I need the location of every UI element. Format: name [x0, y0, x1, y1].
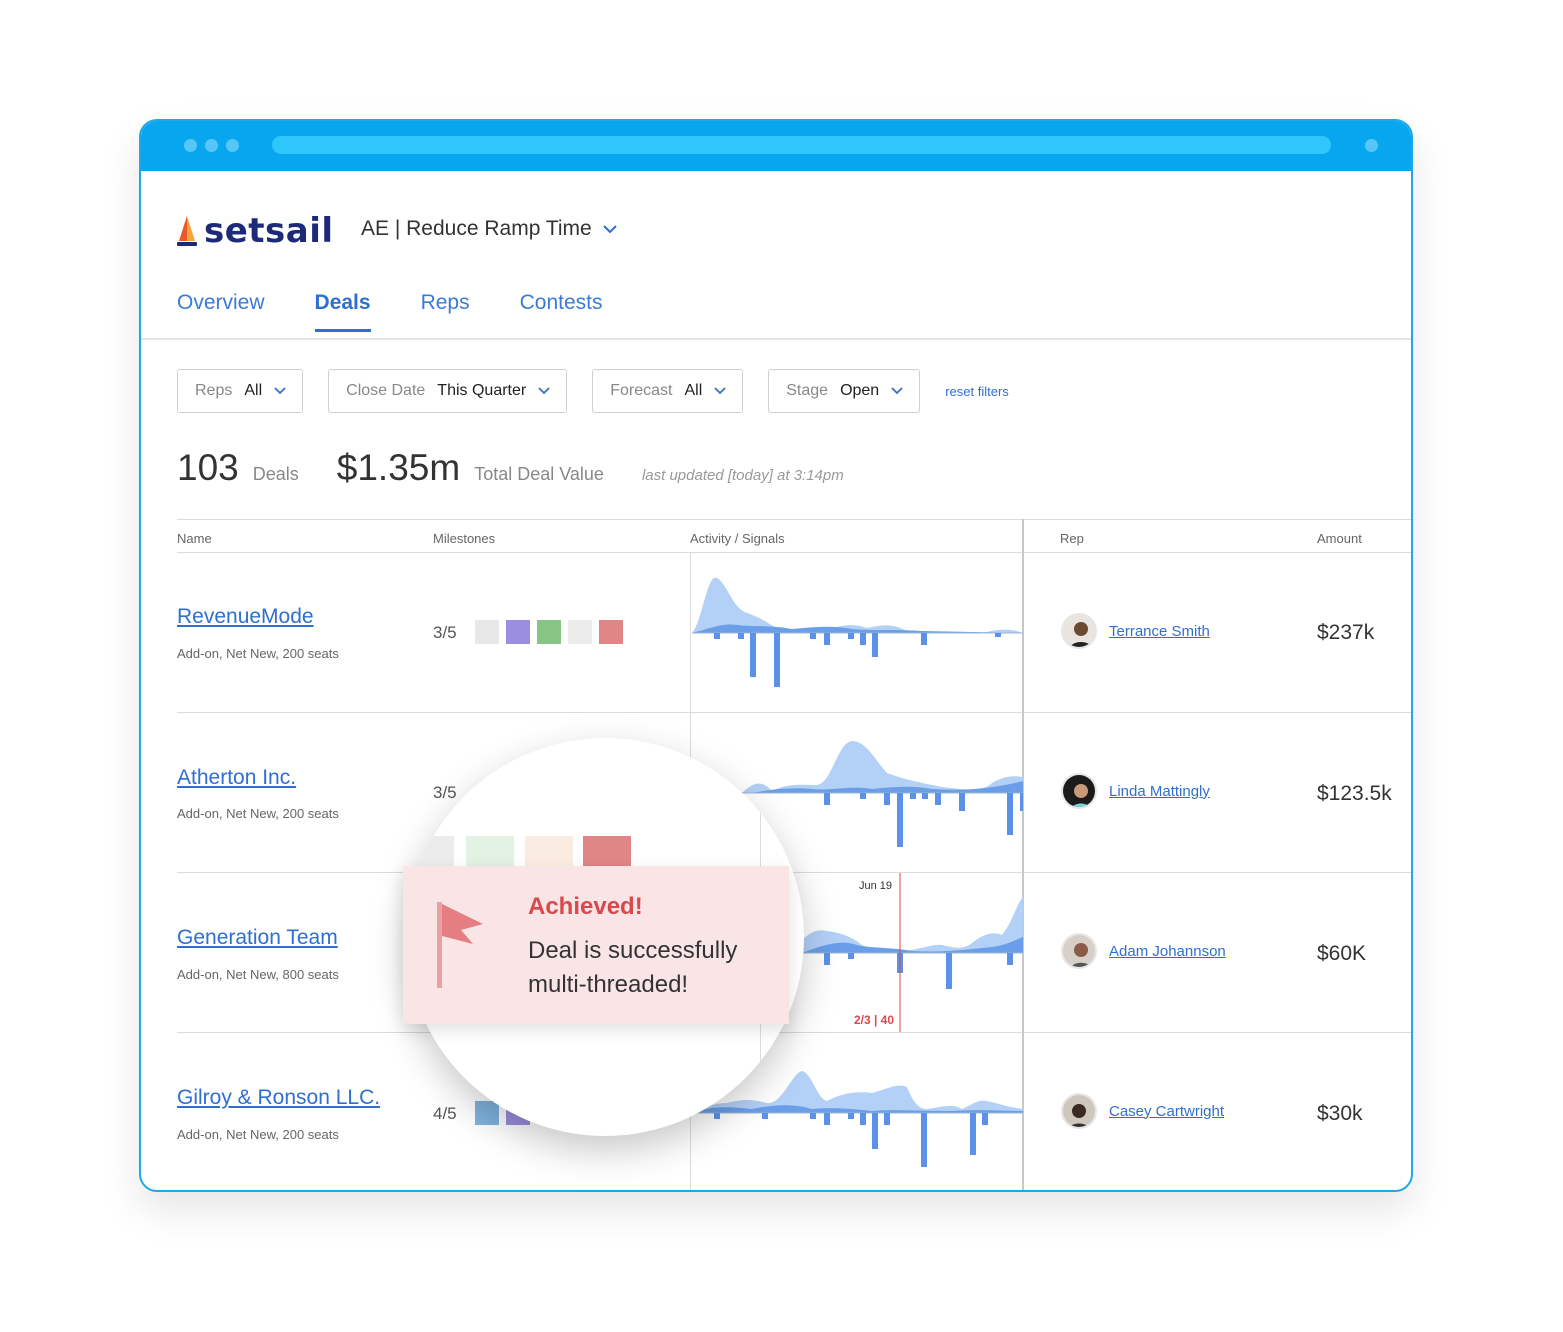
tab-reps[interactable]: Reps: [421, 291, 470, 332]
milestone-square: [568, 620, 592, 644]
filter-label: Forecast: [610, 382, 673, 399]
titlebar: [141, 121, 1411, 171]
filter-value: All: [684, 382, 703, 399]
filter-label: Stage: [786, 382, 829, 399]
project-selector[interactable]: AE | Reduce Ramp Time: [361, 217, 618, 241]
window-dot[interactable]: [184, 139, 197, 152]
rep-name-link[interactable]: Terrance Smith: [1109, 623, 1210, 640]
window-dot[interactable]: [226, 139, 239, 152]
last-updated: last updated [today] at 3:14pm: [641, 467, 844, 484]
avatar[interactable]: [1061, 773, 1097, 809]
chevron-down-icon: [714, 387, 726, 395]
reset-filters-link[interactable]: reset filters: [945, 384, 1009, 399]
col-header-rep: Rep: [1060, 531, 1084, 546]
total-value: $1.35m: [336, 447, 461, 488]
rep-cell: Adam Johannson: [1061, 933, 1226, 969]
project-label: AE | Reduce Ramp Time: [361, 217, 592, 240]
window-dot[interactable]: [1365, 139, 1378, 152]
tab-overview[interactable]: Overview: [177, 291, 265, 332]
activity-chart: [692, 577, 1023, 687]
deal-details: Add-on, Net New, 800 seats: [177, 967, 339, 982]
deal-amount: $60K: [1317, 942, 1367, 965]
total-value-label: Total Deal Value: [474, 464, 604, 484]
rep-cell: Terrance Smith: [1061, 613, 1210, 649]
deal-name-link[interactable]: Atherton Inc.: [177, 766, 296, 790]
tabs-divider: [141, 338, 1411, 340]
avatar[interactable]: [1061, 613, 1097, 649]
rep-name-link[interactable]: Casey Cartwright: [1109, 1103, 1224, 1120]
sail-icon: [177, 216, 197, 246]
col-header-name: Name: [177, 531, 212, 546]
table-top-rule: [177, 519, 1411, 520]
milestone-square: [475, 1101, 499, 1125]
marker-value: 2/3 | 40: [854, 1013, 894, 1027]
col-header-activity: Activity / Signals: [690, 531, 785, 546]
chevron-down-icon: [274, 387, 286, 395]
filter-value: This Quarter: [437, 382, 527, 399]
milestones-count: 4/5: [433, 1104, 457, 1123]
rep-name-link[interactable]: Linda Mattingly: [1109, 783, 1210, 800]
deal-amount: $30k: [1317, 1102, 1363, 1125]
avatar[interactable]: [1061, 933, 1097, 969]
logo-text: setsail: [204, 211, 334, 251]
tab-contests[interactable]: Contests: [520, 291, 603, 332]
filter-forecast[interactable]: Forecast All: [592, 369, 744, 413]
tab-bar: Overview Deals Reps Contests: [177, 291, 652, 332]
col-header-amount: Amount: [1317, 531, 1362, 546]
filter-bar: Reps All Close Date This Quarter Forecas…: [177, 369, 1009, 413]
address-bar[interactable]: [272, 136, 1331, 154]
milestone-square: [466, 836, 514, 866]
callout-title: Achieved!: [528, 893, 643, 920]
chevron-down-icon: [891, 387, 903, 395]
callout-text: Deal is successfully multi-threaded!: [528, 937, 738, 998]
flag-icon: [437, 902, 483, 988]
milestone-square: [506, 620, 530, 644]
deal-details: Add-on, Net New, 200 seats: [177, 1127, 339, 1142]
rep-cell: Linda Mattingly: [1061, 773, 1210, 809]
tab-deals[interactable]: Deals: [314, 291, 371, 332]
deals-count: 103: [177, 447, 239, 488]
milestones-count: 3/5: [433, 783, 457, 802]
filter-close-date[interactable]: Close Date This Quarter: [328, 369, 568, 413]
milestones-count: 3/5: [433, 623, 457, 642]
milestone-square: [475, 620, 499, 644]
milestone-square: [525, 836, 573, 866]
avatar[interactable]: [1061, 1093, 1097, 1129]
chevron-down-icon: [538, 387, 550, 395]
filter-value: All: [244, 382, 263, 399]
filter-value: Open: [840, 382, 880, 399]
filter-label: Reps: [195, 382, 233, 399]
window-dot[interactable]: [205, 139, 218, 152]
filter-label: Close Date: [346, 382, 426, 399]
rep-cell: Casey Cartwright: [1061, 1093, 1224, 1129]
achieved-callout: Achieved! Deal is successfully multi-thr…: [403, 866, 789, 1024]
milestone-square: [583, 836, 631, 866]
deal-name-link[interactable]: Generation Team: [177, 926, 338, 950]
deal-name-link[interactable]: Gilroy & Ronson LLC.: [177, 1086, 380, 1110]
col-header-milestones: Milestones: [433, 531, 496, 546]
logo[interactable]: setsail: [176, 211, 334, 251]
chevron-down-icon: [603, 225, 617, 234]
milestone-square: [537, 620, 561, 644]
summary-stats: 103 Deals $1.35m Total Deal Value last u…: [177, 447, 844, 489]
deal-amount: $123.5k: [1317, 782, 1392, 805]
filter-reps[interactable]: Reps All: [177, 369, 304, 413]
deals-label: Deals: [252, 464, 299, 484]
milestone-square: [599, 620, 623, 644]
milestone-square: [406, 836, 454, 866]
rep-name-link[interactable]: Adam Johannson: [1109, 943, 1226, 960]
marker-date: Jun 19: [859, 880, 892, 892]
deal-name-link[interactable]: RevenueMode: [177, 605, 314, 629]
deal-amount: $237k: [1317, 621, 1375, 644]
deal-details: Add-on, Net New, 200 seats: [177, 646, 339, 661]
deal-details: Add-on, Net New, 200 seats: [177, 806, 339, 821]
filter-stage[interactable]: Stage Open: [768, 369, 921, 413]
